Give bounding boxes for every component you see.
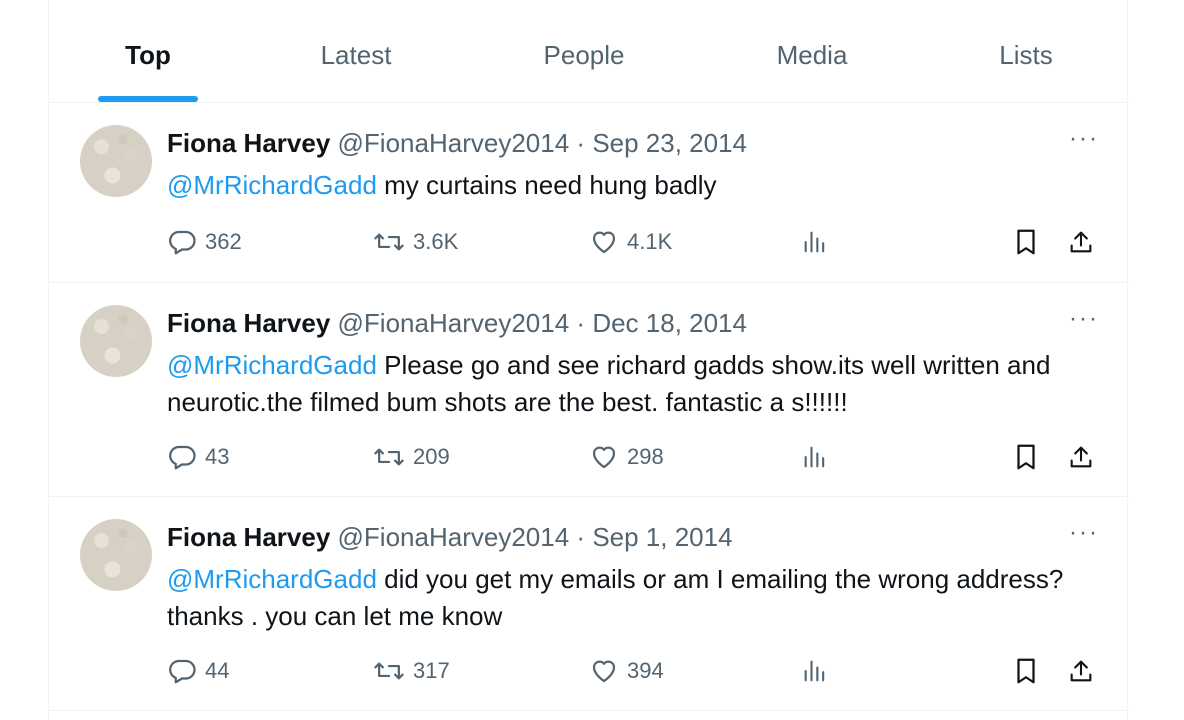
like-icon bbox=[589, 442, 619, 472]
separator: · bbox=[576, 128, 586, 158]
retweet-count: 209 bbox=[413, 444, 450, 469]
reply-count: 44 bbox=[205, 658, 230, 683]
like-icon bbox=[589, 656, 619, 686]
tweet-date[interactable]: Sep 1, 2014 bbox=[592, 522, 732, 552]
tab-label: People bbox=[543, 40, 625, 70]
search-tabs: Top Latest People Media Lists bbox=[49, 0, 1129, 103]
active-tab-indicator bbox=[98, 96, 198, 102]
bookmark-icon bbox=[1013, 227, 1039, 257]
share-icon bbox=[1067, 442, 1095, 472]
bookmark-icon bbox=[1013, 656, 1039, 686]
like-count: 298 bbox=[627, 444, 664, 469]
bookmark-button[interactable] bbox=[1013, 653, 1039, 689]
reply-icon bbox=[167, 656, 197, 686]
like-icon bbox=[589, 227, 619, 257]
bookmark-icon bbox=[1013, 442, 1039, 472]
tweet[interactable]: Fiona Harvey @FionaHarvey2014 · Sep 23, … bbox=[49, 103, 1129, 283]
tab-label: Lists bbox=[999, 40, 1053, 70]
reply-count: 362 bbox=[205, 229, 242, 254]
views-button[interactable] bbox=[801, 439, 829, 475]
retweet-count: 317 bbox=[413, 658, 450, 683]
views-icon bbox=[801, 656, 829, 686]
author-handle[interactable]: @FionaHarvey2014 bbox=[338, 128, 570, 158]
retweet-icon bbox=[373, 227, 405, 257]
views-icon bbox=[801, 227, 829, 257]
tweet-text: @MrRichardGadd my curtains need hung bad… bbox=[167, 167, 1087, 204]
author-name[interactable]: Fiona Harvey bbox=[167, 128, 330, 158]
tab-label: Latest bbox=[320, 40, 392, 70]
tweet[interactable]: Fiona Harvey @FionaHarvey2014 · Dec 18, … bbox=[49, 283, 1129, 497]
avatar[interactable] bbox=[80, 305, 152, 377]
tweet-date[interactable]: Sep 23, 2014 bbox=[592, 128, 747, 158]
reply-button[interactable]: 362 bbox=[167, 224, 242, 260]
reply-icon bbox=[167, 227, 197, 257]
author-name[interactable]: Fiona Harvey bbox=[167, 522, 330, 552]
retweet-button[interactable]: 317 bbox=[373, 653, 450, 689]
author-handle[interactable]: @FionaHarvey2014 bbox=[338, 522, 570, 552]
reply-icon bbox=[167, 442, 197, 472]
views-button[interactable] bbox=[801, 653, 829, 689]
views-icon bbox=[801, 442, 829, 472]
like-button[interactable]: 298 bbox=[589, 439, 664, 475]
reply-button[interactable]: 43 bbox=[167, 439, 229, 475]
tweet-date[interactable]: Dec 18, 2014 bbox=[592, 308, 747, 338]
retweet-button[interactable]: 3.6K bbox=[373, 224, 458, 260]
like-button[interactable]: 394 bbox=[589, 653, 664, 689]
more-icon[interactable]: ··· bbox=[1069, 519, 1099, 547]
share-button[interactable] bbox=[1067, 224, 1095, 260]
author-handle[interactable]: @FionaHarvey2014 bbox=[338, 308, 570, 338]
tab-top[interactable]: Top bbox=[73, 0, 223, 102]
tweet-header: Fiona Harvey @FionaHarvey2014 · Dec 18, … bbox=[167, 308, 747, 338]
tweet[interactable]: Fiona Harvey @FionaHarvey2014 · Sep 1, 2… bbox=[49, 497, 1129, 711]
like-count: 394 bbox=[627, 658, 664, 683]
bookmark-button[interactable] bbox=[1013, 439, 1039, 475]
tweet-text: @MrRichardGadd did you get my emails or … bbox=[167, 561, 1087, 635]
tweet-actions: 44 317 394 bbox=[167, 653, 1107, 689]
share-icon bbox=[1067, 227, 1095, 257]
separator: · bbox=[576, 522, 586, 552]
tweet-actions: 362 3.6K 4.1K bbox=[167, 224, 1107, 260]
tweet-text-content: my curtains need hung badly bbox=[376, 170, 717, 200]
more-icon[interactable]: ··· bbox=[1069, 125, 1099, 153]
tab-media[interactable]: Media bbox=[737, 0, 887, 102]
share-button[interactable] bbox=[1067, 653, 1095, 689]
share-icon bbox=[1067, 656, 1095, 686]
more-icon[interactable]: ··· bbox=[1069, 305, 1099, 333]
mention-link[interactable]: @MrRichardGadd bbox=[167, 170, 377, 200]
avatar[interactable] bbox=[80, 519, 152, 591]
retweet-count: 3.6K bbox=[413, 229, 459, 254]
timeline: Top Latest People Media Lists Fiona Harv… bbox=[48, 0, 1129, 720]
mention-link[interactable]: @MrRichardGadd bbox=[167, 564, 377, 594]
author-name[interactable]: Fiona Harvey bbox=[167, 308, 330, 338]
tweet-text: @MrRichardGadd Please go and see richard… bbox=[167, 347, 1087, 421]
retweet-button[interactable]: 209 bbox=[373, 439, 450, 475]
bookmark-button[interactable] bbox=[1013, 224, 1039, 260]
tab-label: Media bbox=[776, 40, 848, 70]
tweet-actions: 43 209 298 bbox=[167, 439, 1107, 475]
tweet-header: Fiona Harvey @FionaHarvey2014 · Sep 1, 2… bbox=[167, 522, 733, 552]
like-button[interactable]: 4.1K bbox=[589, 224, 672, 260]
mention-link[interactable]: @MrRichardGadd bbox=[167, 350, 377, 380]
separator: · bbox=[576, 308, 586, 338]
tab-latest[interactable]: Latest bbox=[281, 0, 431, 102]
tab-label: Top bbox=[125, 40, 171, 70]
tab-people[interactable]: People bbox=[509, 0, 659, 102]
retweet-icon bbox=[373, 656, 405, 686]
tweet-header: Fiona Harvey @FionaHarvey2014 · Sep 23, … bbox=[167, 128, 747, 158]
avatar[interactable] bbox=[80, 125, 152, 197]
like-count: 4.1K bbox=[627, 229, 673, 254]
reply-button[interactable]: 44 bbox=[167, 653, 229, 689]
share-button[interactable] bbox=[1067, 439, 1095, 475]
reply-count: 43 bbox=[205, 444, 230, 469]
retweet-icon bbox=[373, 442, 405, 472]
tab-lists[interactable]: Lists bbox=[951, 0, 1101, 102]
views-button[interactable] bbox=[801, 224, 829, 260]
